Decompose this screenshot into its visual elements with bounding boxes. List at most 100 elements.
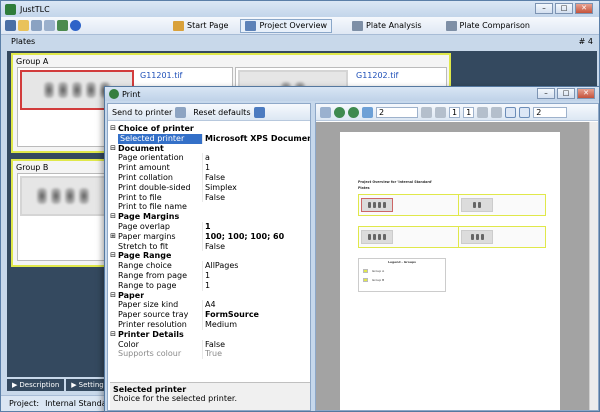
property-row[interactable]: Print to file False (108, 192, 310, 203)
property-value[interactable]: A4 (202, 300, 310, 311)
reset-defaults-button[interactable]: Reset defaults (193, 106, 265, 118)
property-category[interactable]: ⊟ Paper (108, 290, 310, 301)
property-value[interactable]: 1 (202, 280, 310, 291)
property-row[interactable]: Range from page 1 (108, 270, 310, 281)
plate-spot (65, 188, 75, 204)
project-overview-button[interactable]: Project Overview (240, 18, 333, 33)
property-value[interactable]: 1 (202, 163, 310, 173)
property-value[interactable]: Microsoft XPS Documen▼ (202, 133, 310, 144)
collapse-icon[interactable]: ⊟ (108, 124, 118, 134)
current-page-input[interactable]: 1 (449, 106, 461, 118)
plate-analysis-button[interactable]: Plate Analysis (348, 19, 426, 33)
property-row[interactable]: Print amount 1 (108, 163, 310, 173)
property-value[interactable]: False (202, 241, 310, 252)
property-value[interactable]: True (202, 349, 310, 360)
property-value[interactable]: Simplex (202, 182, 310, 193)
print-icon[interactable] (44, 20, 55, 31)
maximize-icon[interactable]: □ (555, 3, 573, 14)
start-page-button[interactable]: Start Page (169, 19, 232, 33)
property-category[interactable]: ⊟ Printer Details (108, 329, 310, 340)
total-pages-value: 1 (466, 107, 472, 117)
zoom-out-icon[interactable] (348, 106, 359, 118)
help-icon[interactable] (70, 20, 81, 31)
property-value-text: 100; 100; 100; 60 (205, 231, 285, 241)
property-value[interactable]: FormSource (202, 310, 310, 320)
property-row[interactable]: Range choice AllPages (108, 261, 310, 271)
single-page-icon[interactable] (505, 106, 517, 118)
group-b-panel[interactable]: Group B (11, 159, 111, 267)
property-row[interactable]: ⊞ Paper margins 100; 100; 100; 60 (108, 231, 310, 242)
property-row[interactable]: Page orientation a (108, 153, 310, 164)
tab-description[interactable]: ▶ Description (7, 379, 65, 391)
property-row[interactable]: Print double-sided Simplex (108, 182, 310, 193)
property-row[interactable]: Paper size kind A4 (108, 300, 310, 311)
plates-count: # 4 (578, 37, 593, 46)
close-icon[interactable]: ✕ (575, 3, 593, 14)
property-category[interactable]: ⊟ Page Margins (108, 212, 310, 222)
collapse-icon[interactable]: ⊟ (108, 251, 118, 261)
property-name: Color (118, 339, 139, 349)
property-value[interactable]: 1 (202, 270, 310, 281)
property-value[interactable]: 1 (202, 221, 310, 232)
property-value[interactable]: AllPages (202, 261, 310, 271)
zoom-in-icon[interactable] (334, 106, 345, 118)
property-row[interactable]: Printer resolution Medium (108, 319, 310, 330)
open-folder-icon[interactable] (18, 20, 29, 31)
send-to-printer-button[interactable]: Send to printer (112, 106, 187, 118)
property-row[interactable]: Print collation False (108, 172, 310, 183)
property-value[interactable]: False (202, 339, 310, 350)
minimize-icon[interactable]: – (537, 88, 555, 99)
last-page-icon[interactable] (491, 106, 503, 118)
collapse-icon[interactable]: ⊟ (108, 330, 118, 340)
page-setup-icon[interactable] (320, 106, 331, 118)
property-category[interactable]: ⊟ Choice of printer (108, 124, 310, 134)
collapse-icon[interactable]: ⊟ (108, 212, 118, 222)
property-row[interactable]: Page overlap 1 (108, 221, 310, 232)
help-text: Choice for the selected printer. (113, 394, 237, 403)
plate-name[interactable]: G11201.tif (140, 71, 182, 80)
property-value[interactable]: a (202, 153, 310, 164)
minimize-icon[interactable]: – (535, 3, 553, 14)
property-row[interactable]: Color False (108, 339, 310, 350)
property-value-text: Medium (205, 319, 237, 329)
plate-card[interactable] (17, 173, 107, 261)
save-icon[interactable] (31, 20, 42, 31)
property-value[interactable]: False (202, 172, 310, 183)
collapse-icon[interactable]: ⊟ (108, 144, 118, 154)
property-value[interactable]: False (202, 192, 310, 203)
next-page-icon[interactable] (477, 106, 489, 118)
help-title: Selected printer (113, 385, 187, 394)
previous-page-icon[interactable] (435, 106, 446, 118)
pages-per-view-select[interactable]: 2 (533, 106, 568, 118)
expand-icon[interactable]: ⊞ (108, 232, 118, 242)
property-name: Paper size kind (118, 300, 179, 310)
maximize-icon[interactable]: □ (557, 88, 575, 99)
preview-scrollbar[interactable] (589, 122, 598, 410)
property-row[interactable]: Print to file name (108, 202, 310, 212)
collapse-icon[interactable]: ⊟ (108, 291, 118, 301)
property-row[interactable]: Stretch to fit False (108, 241, 310, 252)
print-settings-toolbar: Send to printer Reset defaults (108, 104, 310, 121)
multi-page-icon[interactable] (519, 106, 531, 118)
property-value[interactable]: 100; 100; 100; 60 (202, 231, 310, 242)
zoom-select[interactable]: 2 (376, 106, 418, 118)
property-row[interactable]: Range to page 1 (108, 280, 310, 291)
property-row[interactable]: Supports colour True (108, 349, 310, 360)
plate-comparison-button[interactable]: Plate Comparison (442, 19, 534, 33)
category-label: Page Range (118, 251, 172, 261)
property-value[interactable]: Medium (202, 319, 310, 330)
preview-legend-title: Legend - Groups (388, 260, 416, 264)
category-label: Page Margins (118, 212, 180, 222)
list-menu-icon[interactable] (5, 20, 16, 31)
property-row[interactable]: Selected printerMicrosoft XPS Documen▼ (108, 133, 310, 144)
plate-thumbnail[interactable] (20, 176, 106, 216)
plate-name[interactable]: G11202.tif (356, 71, 398, 80)
zoom-fit-icon[interactable] (362, 106, 373, 118)
property-category[interactable]: ⊟ Page Range (108, 251, 310, 262)
preview-canvas[interactable]: Project Overview for 'Internal Standard'… (316, 122, 598, 410)
first-page-icon[interactable] (421, 106, 432, 118)
property-row[interactable]: Paper source tray FormSource (108, 310, 310, 320)
close-icon[interactable]: ✕ (577, 88, 595, 99)
property-category[interactable]: ⊟ Document (108, 143, 310, 154)
export-icon[interactable] (57, 20, 68, 31)
